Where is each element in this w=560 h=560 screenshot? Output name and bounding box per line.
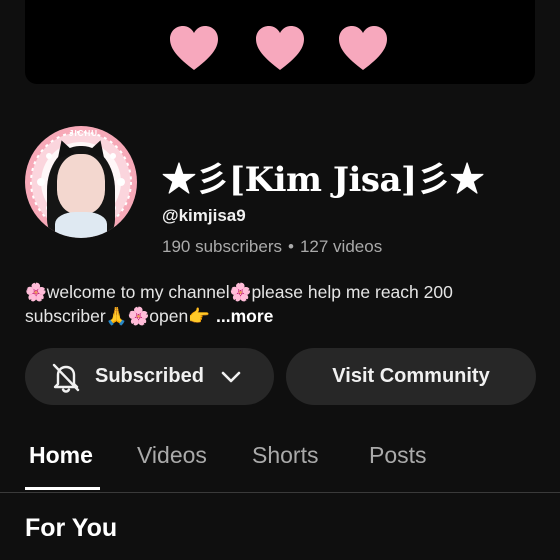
channel-banner — [25, 0, 535, 84]
channel-stats: 190 subscribers • 127 videos — [162, 237, 382, 257]
tab-posts[interactable]: Posts — [369, 442, 427, 469]
chevron-down-icon — [221, 371, 241, 382]
subscribed-button[interactable]: Subscribed — [25, 348, 274, 405]
subscribed-label: Subscribed — [95, 365, 204, 387]
heart-icon — [254, 24, 306, 72]
stats-separator: • — [288, 237, 294, 256]
bell-muted-icon — [52, 363, 80, 393]
tab-videos[interactable]: Videos — [137, 442, 207, 469]
avatar-tag: JICHU — [69, 129, 99, 138]
channel-avatar[interactable]: JICHU — [25, 126, 137, 238]
channel-handle: @kimjisa9 — [162, 206, 246, 225]
tab-shorts[interactable]: Shorts — [252, 442, 318, 469]
subscriber-count: 190 subscribers — [162, 237, 283, 256]
more-link[interactable]: ...more — [216, 306, 273, 326]
channel-name: ★彡[Kim Jisa]彡★ — [162, 160, 484, 200]
avatar-shirt — [55, 212, 107, 238]
channel-page: JICHU ★彡[Kim Jisa]彡★ @kimjisa9 190 subsc… — [0, 0, 560, 560]
visit-community-button[interactable]: Visit Community — [286, 348, 536, 405]
heart-icon — [337, 24, 389, 72]
active-tab-indicator — [25, 487, 100, 490]
visit-community-label: Visit Community — [332, 365, 490, 387]
video-count: 127 videos — [299, 237, 383, 256]
section-title: For You — [25, 514, 118, 542]
tab-home[interactable]: Home — [29, 442, 93, 469]
channel-description[interactable]: 🌸welcome to my channel🌸please help me re… — [25, 280, 525, 328]
heart-icon — [168, 24, 220, 72]
channel-tabs: Home Videos Shorts Posts — [0, 426, 560, 493]
avatar-face — [57, 154, 105, 214]
